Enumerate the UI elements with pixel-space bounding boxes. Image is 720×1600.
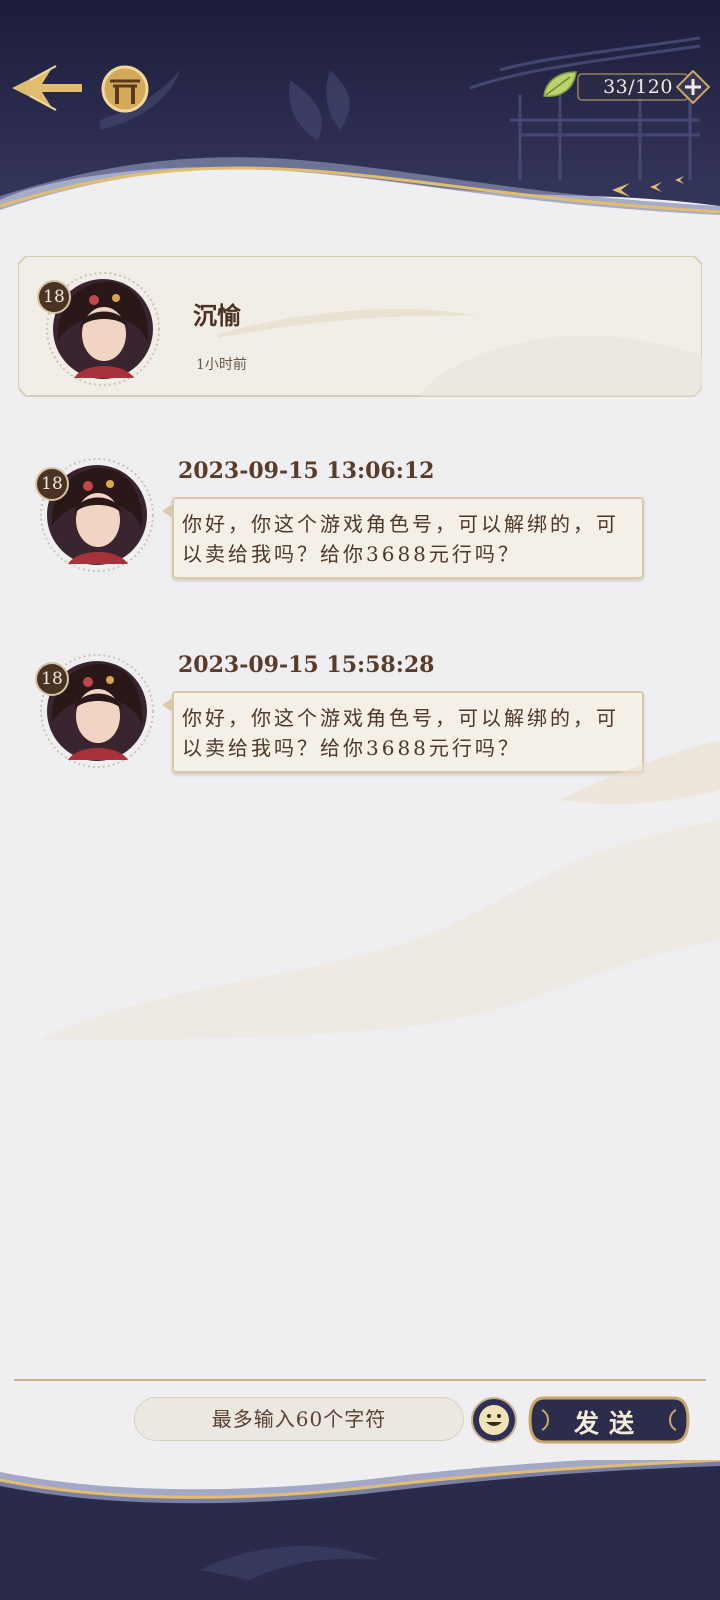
bubble-tail [162,503,174,519]
top-header: 33/120 [0,0,720,230]
add-stamina-button[interactable] [675,69,711,105]
stamina-value: 33/120 [603,76,673,98]
smiley-icon [471,1397,517,1443]
level-badge: 18 [35,467,69,501]
message-timestamp: 2023-09-15 13:06:12 [178,458,435,484]
message-input[interactable] [134,1397,464,1441]
home-button[interactable] [100,64,150,114]
stamina-counter: 33/120 [543,69,711,105]
send-label: 发送 [573,1409,644,1438]
contact-last-active: 1小时前 [196,357,247,373]
cloud-decoration [40,740,720,1040]
level-badge: 18 [37,280,71,314]
plus-icon [675,69,711,105]
contact-name: 沉愉 [193,301,241,330]
emoji-button[interactable] [470,1396,518,1444]
message-bubble: 你好，你这个游戏角色号，可以解绑的，可以卖给我吗？给你3688元行吗？ [162,497,644,579]
bottom-decoration [0,1460,720,1600]
composer-divider [14,1379,706,1381]
message-timestamp: 2023-09-15 15:58:28 [178,652,435,678]
header-background [0,0,720,215]
leaf-icon [543,71,577,97]
home-gate-icon [101,65,149,113]
back-button[interactable] [8,62,86,114]
back-arrow-icon [12,65,82,111]
send-button[interactable]: 发送 [528,1396,690,1444]
message-text: 你好，你这个游戏角色号，可以解绑的，可以卖给我吗？给你3688元行吗？ [182,512,619,566]
